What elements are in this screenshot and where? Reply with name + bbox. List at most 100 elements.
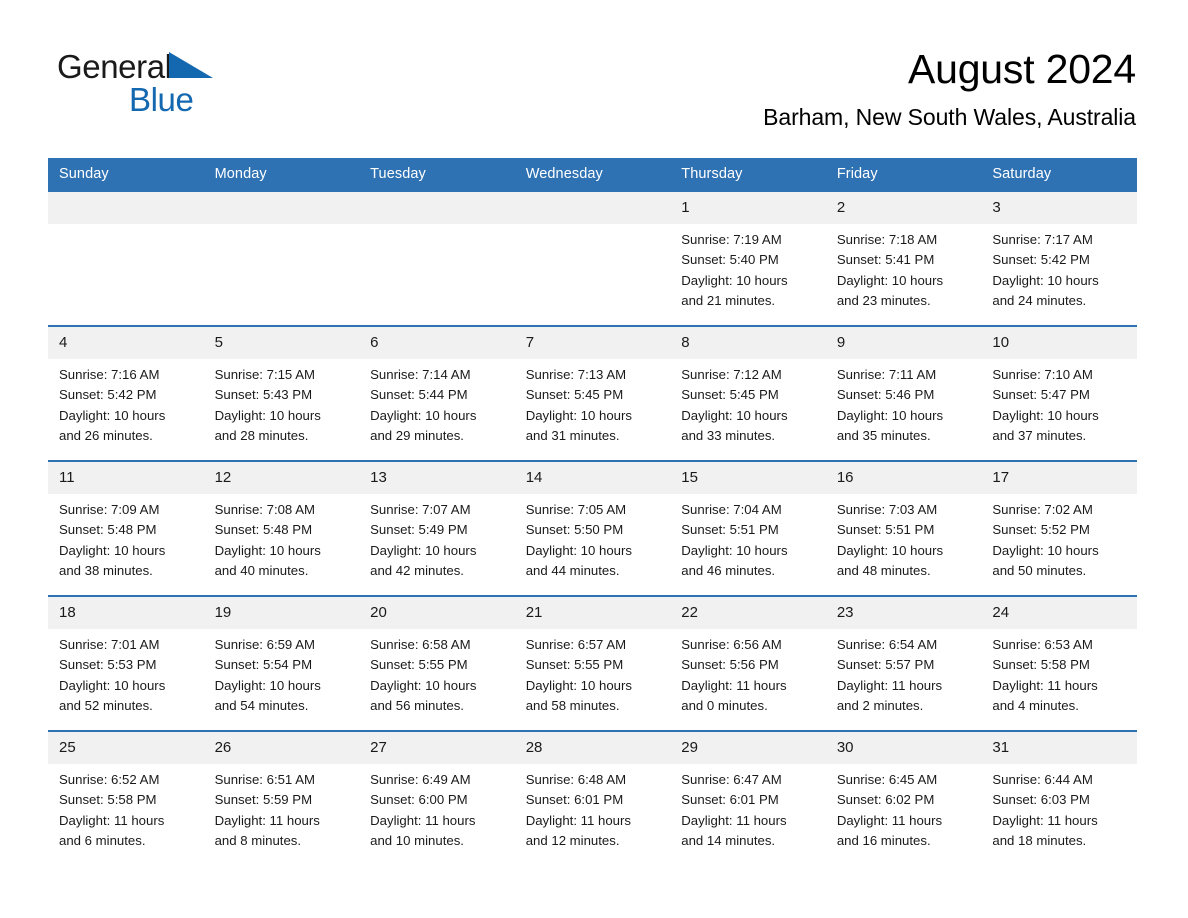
calendar-day-cell[interactable]: 16 Sunrise: 7:03 AM Sunset: 5:51 PM Dayl…: [825, 460, 982, 596]
calendar-day-cell[interactable]: 25 Sunrise: 6:52 AM Sunset: 5:58 PM Dayl…: [48, 730, 204, 866]
day-info: Sunrise: 6:59 AM Sunset: 5:54 PM Dayligh…: [204, 629, 360, 717]
sunset-text: Sunset: 5:43 PM: [214, 387, 313, 403]
daylight-text-line1: Daylight: 10 hours: [992, 407, 1099, 423]
day-info: Sunrise: 6:45 AM Sunset: 6:02 PM Dayligh…: [826, 764, 982, 852]
calendar-day-cell[interactable]: 2 Sunrise: 7:18 AM Sunset: 5:41 PM Dayli…: [825, 190, 982, 326]
sunrise-text: Sunrise: 7:13 AM: [525, 367, 627, 382]
daylight-text-line1: Daylight: 11 hours: [836, 812, 943, 828]
calendar-day-cell[interactable]: 14 Sunrise: 7:05 AM Sunset: 5:50 PM Dayl…: [514, 460, 671, 596]
day-number: 8: [670, 327, 826, 359]
calendar-day-cell[interactable]: 29 Sunrise: 6:47 AM Sunset: 6:01 PM Dayl…: [670, 730, 826, 866]
daylight-text-line1: Daylight: 11 hours: [992, 677, 1098, 693]
sunrise-text: Sunrise: 7:12 AM: [681, 367, 782, 382]
calendar-day-cell[interactable]: 22 Sunrise: 6:56 AM Sunset: 5:56 PM Dayl…: [670, 595, 826, 731]
day-number: 17: [981, 462, 1137, 494]
daylight-text-line2: and 35 minutes.: [836, 428, 931, 444]
daylight-text-line1: Daylight: 10 hours: [59, 542, 166, 558]
calendar-day-cell[interactable]: 19 Sunrise: 6:59 AM Sunset: 5:54 PM Dayl…: [203, 595, 360, 731]
calendar-day-cell[interactable]: 5 Sunrise: 7:15 AM Sunset: 5:43 PM Dayli…: [203, 325, 360, 461]
sunrise-text: Sunrise: 7:15 AM: [214, 367, 315, 382]
daylight-text-line1: Daylight: 11 hours: [525, 812, 631, 828]
calendar-day-cell[interactable]: 12 Sunrise: 7:08 AM Sunset: 5:48 PM Dayl…: [203, 460, 360, 596]
daylight-text-line2: and 42 minutes.: [370, 563, 464, 579]
sunset-text: Sunset: 5:48 PM: [214, 522, 313, 538]
calendar-day-cell[interactable]: 18 Sunrise: 7:01 AM Sunset: 5:53 PM Dayl…: [48, 595, 204, 731]
daylight-text-line2: and 12 minutes.: [525, 833, 620, 849]
sunset-text: Sunset: 5:58 PM: [992, 657, 1090, 673]
calendar-week-row: 11 Sunrise: 7:09 AM Sunset: 5:48 PM Dayl…: [48, 460, 1137, 596]
sunrise-text: Sunrise: 7:19 AM: [681, 232, 782, 247]
daylight-text-line1: Daylight: 10 hours: [525, 542, 632, 558]
sunset-text: Sunset: 5:44 PM: [370, 387, 468, 403]
daylight-text-line2: and 8 minutes.: [214, 833, 302, 849]
calendar-day-cell[interactable]: 3 Sunrise: 7:17 AM Sunset: 5:42 PM Dayli…: [981, 190, 1137, 326]
calendar-day-cell[interactable]: [48, 190, 204, 326]
day-info: Sunrise: 7:19 AM Sunset: 5:40 PM Dayligh…: [670, 224, 826, 312]
calendar-day-cell[interactable]: 27 Sunrise: 6:49 AM Sunset: 6:00 PM Dayl…: [359, 730, 515, 866]
day-info: Sunrise: 7:02 AM Sunset: 5:52 PM Dayligh…: [981, 494, 1137, 582]
calendar-day-cell[interactable]: 20 Sunrise: 6:58 AM Sunset: 5:55 PM Dayl…: [359, 595, 515, 731]
calendar-day-cell[interactable]: 15 Sunrise: 7:04 AM Sunset: 5:51 PM Dayl…: [670, 460, 826, 596]
daylight-text-line2: and 40 minutes.: [214, 563, 309, 579]
day-info: Sunrise: 7:01 AM Sunset: 5:53 PM Dayligh…: [48, 629, 204, 717]
calendar-day-cell[interactable]: 26 Sunrise: 6:51 AM Sunset: 5:59 PM Dayl…: [203, 730, 360, 866]
calendar-day-cell[interactable]: [514, 190, 671, 326]
calendar-day-cell[interactable]: 10 Sunrise: 7:10 AM Sunset: 5:47 PM Dayl…: [981, 325, 1137, 461]
sunrise-text: Sunrise: 6:49 AM: [370, 772, 471, 787]
day-info: [48, 224, 204, 230]
calendar-day-cell[interactable]: [203, 190, 360, 326]
sunrise-text: Sunrise: 6:53 AM: [992, 637, 1093, 652]
calendar-day-cell[interactable]: 6 Sunrise: 7:14 AM Sunset: 5:44 PM Dayli…: [359, 325, 515, 461]
calendar-day-cell[interactable]: 21 Sunrise: 6:57 AM Sunset: 5:55 PM Dayl…: [514, 595, 671, 731]
calendar-day-cell[interactable]: 1 Sunrise: 7:19 AM Sunset: 5:40 PM Dayli…: [670, 190, 826, 326]
day-number: 11: [48, 462, 204, 494]
calendar-day-cell[interactable]: 9 Sunrise: 7:11 AM Sunset: 5:46 PM Dayli…: [825, 325, 982, 461]
daylight-text-line2: and 38 minutes.: [59, 563, 153, 579]
day-info: Sunrise: 7:17 AM Sunset: 5:42 PM Dayligh…: [981, 224, 1137, 312]
sunrise-text: Sunrise: 6:54 AM: [836, 637, 938, 652]
day-number: 24: [981, 597, 1137, 629]
sunrise-text: Sunrise: 7:11 AM: [836, 367, 937, 382]
daylight-text-line1: Daylight: 10 hours: [370, 677, 477, 693]
daylight-text-line1: Daylight: 10 hours: [992, 272, 1099, 288]
sunrise-text: Sunrise: 6:52 AM: [59, 772, 160, 787]
calendar-day-cell[interactable]: 30 Sunrise: 6:45 AM Sunset: 6:02 PM Dayl…: [825, 730, 982, 866]
sunrise-text: Sunrise: 7:18 AM: [836, 232, 938, 247]
calendar-day-cell[interactable]: 31 Sunrise: 6:44 AM Sunset: 6:03 PM Dayl…: [981, 730, 1137, 866]
calendar-day-cell[interactable]: 23 Sunrise: 6:54 AM Sunset: 5:57 PM Dayl…: [825, 595, 982, 731]
calendar-day-cell[interactable]: 13 Sunrise: 7:07 AM Sunset: 5:49 PM Dayl…: [359, 460, 515, 596]
sunrise-text: Sunrise: 7:08 AM: [214, 502, 315, 517]
day-number: 14: [514, 462, 671, 494]
daylight-text-line2: and 56 minutes.: [370, 698, 464, 714]
day-info: Sunrise: 7:13 AM Sunset: 5:45 PM Dayligh…: [515, 359, 671, 447]
weekday-header-friday: Friday: [825, 158, 982, 191]
calendar-day-cell[interactable]: 8 Sunrise: 7:12 AM Sunset: 5:45 PM Dayli…: [670, 325, 826, 461]
sunrise-text: Sunrise: 6:45 AM: [836, 772, 938, 787]
day-number: [48, 192, 204, 224]
calendar-day-cell[interactable]: 4 Sunrise: 7:16 AM Sunset: 5:42 PM Dayli…: [48, 325, 204, 461]
daylight-text-line1: Daylight: 10 hours: [525, 677, 632, 693]
brand-logo[interactable]: General Blue: [57, 48, 257, 122]
daylight-text-line1: Daylight: 10 hours: [370, 542, 477, 558]
day-info: [359, 224, 515, 230]
calendar-day-cell[interactable]: [359, 190, 515, 326]
daylight-text-line2: and 6 minutes.: [59, 833, 146, 849]
weekday-header-monday: Monday: [203, 158, 360, 191]
calendar-day-cell[interactable]: 17 Sunrise: 7:02 AM Sunset: 5:52 PM Dayl…: [981, 460, 1137, 596]
day-number: 16: [825, 462, 982, 494]
day-info: Sunrise: 6:52 AM Sunset: 5:58 PM Dayligh…: [48, 764, 204, 852]
daylight-text-line2: and 10 minutes.: [370, 833, 464, 849]
daylight-text-line1: Daylight: 10 hours: [681, 272, 788, 288]
sunrise-text: Sunrise: 7:16 AM: [59, 367, 160, 382]
day-info: Sunrise: 7:07 AM Sunset: 5:49 PM Dayligh…: [359, 494, 515, 582]
calendar-day-cell[interactable]: 24 Sunrise: 6:53 AM Sunset: 5:58 PM Dayl…: [981, 595, 1137, 731]
calendar-day-cell[interactable]: 7 Sunrise: 7:13 AM Sunset: 5:45 PM Dayli…: [514, 325, 671, 461]
day-number: 31: [981, 732, 1137, 764]
sunrise-text: Sunrise: 7:14 AM: [370, 367, 471, 382]
day-number: 3: [981, 192, 1137, 224]
daylight-text-line2: and 24 minutes.: [992, 293, 1087, 309]
sunset-text: Sunset: 5:42 PM: [59, 387, 157, 403]
calendar-day-cell[interactable]: 11 Sunrise: 7:09 AM Sunset: 5:48 PM Dayl…: [48, 460, 204, 596]
calendar-week-row: 18 Sunrise: 7:01 AM Sunset: 5:53 PM Dayl…: [48, 595, 1137, 731]
calendar-day-cell[interactable]: 28 Sunrise: 6:48 AM Sunset: 6:01 PM Dayl…: [514, 730, 671, 866]
